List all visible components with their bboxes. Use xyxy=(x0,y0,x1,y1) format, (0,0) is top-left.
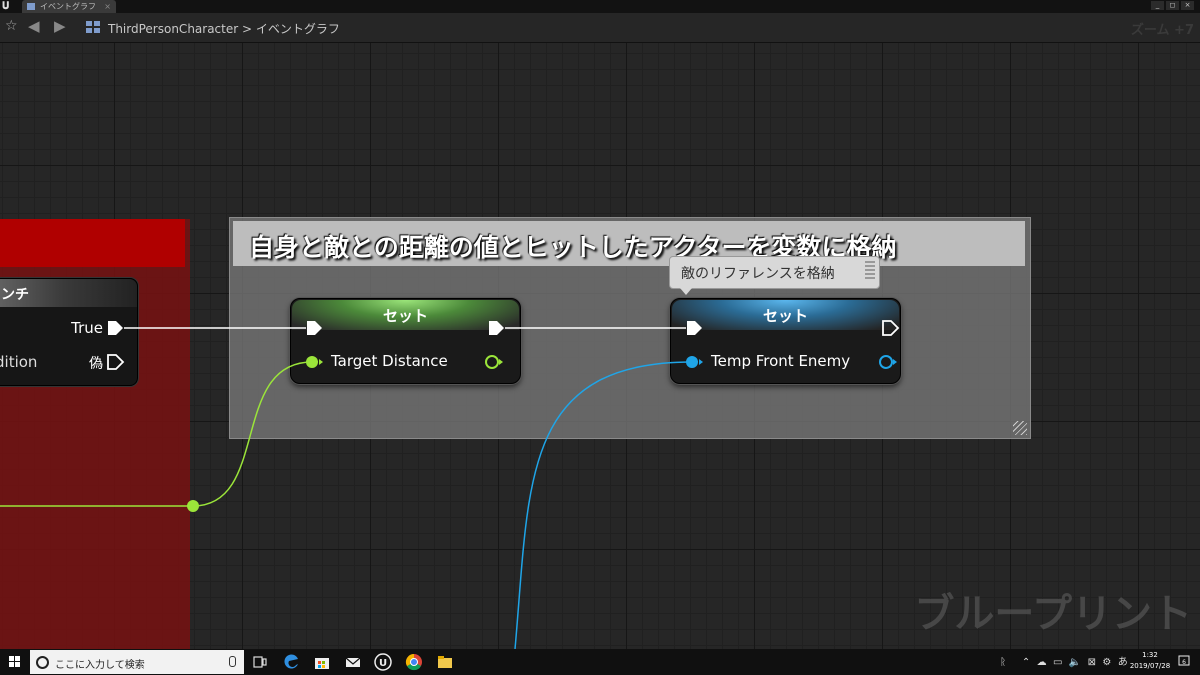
show-hidden-icons-icon[interactable]: ⌃ xyxy=(1022,657,1030,668)
notification-count: 6 xyxy=(1182,659,1186,666)
unreal-logo-icon: 𝐔 xyxy=(2,1,10,12)
blueprint-watermark: ブループリント xyxy=(914,591,1192,637)
minimize-button[interactable]: _ xyxy=(1151,1,1164,10)
tab-event-graph[interactable]: イベントグラフ × xyxy=(22,0,116,13)
breadcrumb-asset[interactable]: ThirdPersonCharacter xyxy=(108,22,238,36)
true-exec-pin-icon xyxy=(108,321,123,335)
set2-value-out-pin-arrow xyxy=(893,359,897,365)
edge-browser-icon[interactable] xyxy=(282,652,302,672)
search-placeholder: ここに入力して検索 xyxy=(55,660,145,671)
chrome-icon[interactable] xyxy=(404,652,424,672)
cortana-icon xyxy=(36,656,49,669)
notification-center-icon[interactable]: 6 xyxy=(1178,655,1190,667)
breadcrumb-graph[interactable]: イベントグラフ xyxy=(256,22,340,36)
clock-date[interactable]: 2019/07/28 xyxy=(1122,662,1178,670)
unreal-engine-icon[interactable]: U xyxy=(373,652,393,672)
windows-taskbar: ここに入力して検索 U ᚱ ⌃ ☁ ▭ 🔈 ⊠ ⚙ あ 1:32 2019/07… xyxy=(0,649,1200,675)
set1-value-out-pin-arrow xyxy=(499,359,503,365)
back-arrow-icon[interactable]: ◀ xyxy=(28,17,40,35)
onedrive-icon[interactable]: ☁ xyxy=(1037,657,1047,668)
battery-icon[interactable]: ▭ xyxy=(1053,657,1062,668)
set1-value-out-pin-icon xyxy=(485,355,499,369)
tab-label: イベントグラフ xyxy=(40,2,96,11)
zoom-level: ズーム +7 xyxy=(1130,23,1194,38)
tab-close-icon[interactable]: × xyxy=(104,0,111,13)
task-view-icon[interactable] xyxy=(250,652,270,672)
microphone-icon[interactable] xyxy=(229,656,236,667)
set2-value-out-pin-icon xyxy=(879,355,893,369)
blueprint-icon xyxy=(86,21,100,33)
reroute-knot-icon xyxy=(187,500,199,512)
network-icon[interactable]: ⊠ xyxy=(1088,657,1096,668)
window-controls: _ ◻ × xyxy=(1151,1,1194,11)
maximize-button[interactable]: ◻ xyxy=(1166,1,1179,10)
store-icon[interactable] xyxy=(312,652,332,672)
false-exec-pin-icon xyxy=(107,354,125,370)
taskbar-search-input[interactable]: ここに入力して検索 xyxy=(30,650,244,674)
set2-exec-out-pin-icon xyxy=(882,320,900,336)
close-button[interactable]: × xyxy=(1181,1,1194,10)
mail-icon[interactable] xyxy=(343,652,363,672)
system-tray: ᚱ ⌃ ☁ ▭ 🔈 ⊠ ⚙ あ xyxy=(1000,653,1128,671)
set2-value-in-pin-icon xyxy=(686,356,698,368)
breadcrumb: ThirdPersonCharacter > イベントグラフ xyxy=(108,20,340,37)
float-wire-target-distance xyxy=(0,361,313,507)
svg-text:U: U xyxy=(379,658,387,669)
set2-value-in-pin-arrow xyxy=(699,359,703,365)
set1-value-in-pin-icon xyxy=(306,356,318,368)
set2-exec-in-pin-icon xyxy=(687,321,702,335)
favorite-star-icon[interactable]: ☆ xyxy=(5,18,18,34)
blueprint-graph-icon xyxy=(27,3,35,10)
volume-icon[interactable]: 🔈 xyxy=(1069,657,1081,668)
forward-arrow-icon[interactable]: ▶ xyxy=(54,17,66,35)
set1-exec-out-pin-icon xyxy=(489,321,504,335)
graph-wires xyxy=(0,320,900,649)
object-wire-temp-front-enemy xyxy=(514,361,693,649)
breadcrumb-separator: > xyxy=(242,22,253,36)
graph-navbar: ☆ ◀ ▶ ThirdPersonCharacter > イベントグラフ ズーム… xyxy=(0,13,1200,43)
people-icon[interactable]: ᚱ xyxy=(1000,657,1006,668)
set1-value-in-pin-arrow xyxy=(319,359,323,365)
graph-canvas[interactable]: ンチ True dition 偽 自身と敵との距離の値とヒットしたアクターを変数… xyxy=(0,43,1200,649)
file-explorer-icon[interactable] xyxy=(435,652,455,672)
settings-tray-icon[interactable]: ⚙ xyxy=(1102,657,1111,668)
clock-time[interactable]: 1:32 xyxy=(1130,651,1170,659)
set1-exec-in-pin-icon xyxy=(307,321,322,335)
window-titlebar: 𝐔 イベントグラフ × _ ◻ × xyxy=(0,0,1200,13)
start-button[interactable] xyxy=(0,649,30,675)
